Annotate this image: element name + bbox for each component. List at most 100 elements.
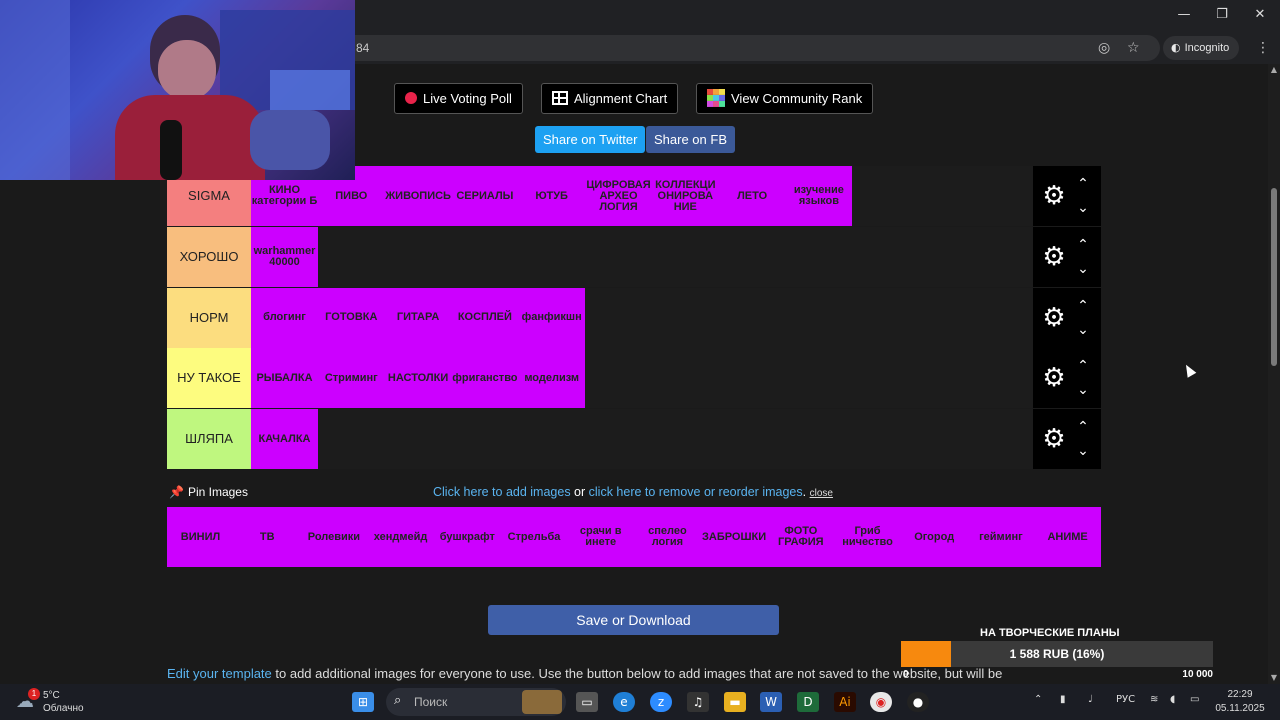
pool-item[interactable]: срачи в инете — [567, 507, 634, 567]
gear-icon[interactable]: ⚙ — [1039, 364, 1069, 394]
volume-icon[interactable]: ◖ — [1170, 694, 1175, 705]
close-window-button[interactable]: ✕ — [1240, 4, 1280, 26]
tier-item[interactable]: фанфикшн — [518, 287, 586, 348]
pool-item[interactable]: Гриб ничество — [834, 507, 901, 567]
move-down-icon[interactable]: ⌄ — [1073, 443, 1093, 459]
move-up-icon[interactable]: ⌃ — [1073, 419, 1093, 435]
move-down-icon[interactable]: ⌄ — [1073, 382, 1093, 398]
chrome-icon[interactable]: ◉ — [870, 692, 892, 712]
tier-label[interactable]: НОРМ — [167, 287, 251, 348]
word-icon[interactable]: W — [760, 692, 782, 712]
pool-item[interactable]: гейминг — [967, 507, 1034, 567]
move-up-icon[interactable]: ⌃ — [1073, 298, 1093, 314]
pool-item[interactable]: ВИНИЛ — [167, 507, 234, 567]
gear-icon[interactable]: ⚙ — [1039, 425, 1069, 455]
pool-item[interactable]: АНИМЕ — [1034, 507, 1101, 567]
folder-icon[interactable]: ▬ — [724, 692, 746, 712]
tier-item[interactable]: ЖИВОПИСЬ — [384, 166, 452, 226]
tier-item[interactable]: блогинг — [251, 287, 318, 348]
microphone-icon[interactable]: ♩ — [1088, 694, 1093, 705]
tier-item[interactable]: ЛЕТО — [718, 166, 786, 226]
edge-icon[interactable]: e — [613, 692, 635, 712]
battery-icon[interactable]: ▭ — [1190, 694, 1199, 705]
scroll-down-arrow-icon[interactable]: ▼ — [1268, 672, 1280, 684]
gear-icon[interactable]: ⚙ — [1039, 304, 1069, 334]
tier-item[interactable]: НАСТОЛКИ — [384, 348, 452, 409]
tier-item[interactable]: РЫБАЛКА — [251, 348, 318, 409]
tier-item[interactable]: ЮТУБ — [518, 166, 586, 226]
tier-items[interactable]: блогинг ГОТОВКА ГИТАРА КОСПЛЕЙ фанфикшн — [251, 287, 1033, 348]
obs-icon[interactable]: ● — [907, 692, 929, 712]
tier-item[interactable]: ЦИФРОВАЯ АРХЕО ЛОГИЯ — [585, 166, 652, 226]
minimize-button[interactable]: — — [1164, 4, 1204, 26]
tier-item[interactable]: ГОТОВКА — [317, 287, 385, 348]
move-up-icon[interactable]: ⌃ — [1073, 176, 1093, 192]
save-download-button[interactable]: Save or Download — [488, 605, 779, 635]
tier-items[interactable]: КАЧАЛКА — [251, 409, 1033, 470]
scroll-up-arrow-icon[interactable]: ▲ — [1268, 64, 1280, 76]
pool-item[interactable]: ФОТО ГРАФИЯ — [767, 507, 834, 567]
remove-reorder-link[interactable]: click here to remove or reorder images — [589, 485, 803, 499]
clock[interactable]: 22:29 05.11.2025 — [1212, 688, 1268, 716]
tier-item[interactable]: warhammer 40000 — [251, 226, 318, 287]
weather-widget[interactable]: ☁ 1 5°C Облачно — [16, 688, 106, 716]
share-fb-button[interactable]: Share on FB — [646, 126, 735, 153]
start-icon[interactable]: ⊞ — [352, 692, 374, 712]
tier-label[interactable]: НУ ТАКОЕ — [167, 348, 251, 409]
move-down-icon[interactable]: ⌄ — [1073, 322, 1093, 338]
edit-template-link[interactable]: Edit your template — [167, 666, 272, 681]
zoom-icon[interactable]: z — [650, 692, 672, 712]
tier-item[interactable]: КОЛЛЕКЦИ ОНИРОВА НИЕ — [651, 166, 719, 226]
add-images-link[interactable]: Click here to add images — [433, 485, 571, 499]
move-down-icon[interactable]: ⌄ — [1073, 261, 1093, 277]
pool-item[interactable]: хендмейд — [367, 507, 434, 567]
incognito-badge[interactable]: ◐ Incognito — [1163, 36, 1240, 60]
share-twitter-button[interactable]: Share on Twitter — [535, 126, 646, 153]
alignment-chart-button[interactable]: Alignment Chart — [541, 83, 679, 114]
scrollbar[interactable]: ▲ ▼ — [1268, 64, 1280, 684]
pool-item[interactable]: ЗАБРОШКИ — [701, 507, 768, 567]
star-icon[interactable]: ☆ — [1127, 38, 1140, 58]
pin-images-toggle[interactable]: 📌 Pin Images — [169, 485, 248, 499]
eye-off-icon[interactable]: ◎ — [1098, 38, 1110, 58]
wifi-icon[interactable]: ≋ — [1150, 694, 1158, 705]
address-bar[interactable]: 84 — [300, 35, 1160, 61]
language-indicator[interactable]: РУС — [1116, 694, 1135, 705]
tier-item[interactable]: СЕРИАЛЫ — [451, 166, 519, 226]
tier-item[interactable]: фриганство — [451, 348, 519, 409]
scroll-thumb[interactable] — [1271, 188, 1277, 366]
tier-items[interactable]: РЫБАЛКА Стриминг НАСТОЛКИ фриганство моделиз… — [251, 348, 1033, 409]
app-icon[interactable]: D — [797, 692, 819, 712]
pool-item[interactable]: Ролевики — [300, 507, 367, 567]
move-down-icon[interactable]: ⌄ — [1073, 200, 1093, 216]
menu-dots-icon[interactable]: ⋮ — [1256, 38, 1270, 58]
move-up-icon[interactable]: ⌃ — [1073, 237, 1093, 253]
pool-item[interactable]: спелео логия — [634, 507, 701, 567]
community-rank-button[interactable]: View Community Rank — [696, 83, 874, 114]
move-up-icon[interactable]: ⌃ — [1073, 358, 1093, 374]
tier-item[interactable]: Стриминг — [317, 348, 385, 409]
tier-label[interactable]: ХОРОШО — [167, 226, 251, 287]
pool-item[interactable]: бушкрафт — [434, 507, 501, 567]
tray-chevron-icon[interactable]: ⌃ — [1034, 694, 1042, 705]
illustrator-icon[interactable]: Ai — [834, 692, 856, 712]
live-voting-poll-button[interactable]: Live Voting Poll — [394, 83, 523, 114]
pool-item[interactable]: Огород — [901, 507, 968, 567]
pool-item[interactable]: Стрельба — [501, 507, 568, 567]
close-link[interactable]: close — [810, 488, 833, 499]
tier-items[interactable]: КИНО категории Б ПИВО ЖИВОПИСЬ СЕРИАЛЫ ЮТУБ Ц… — [251, 166, 1033, 226]
gear-icon[interactable]: ⚙ — [1039, 182, 1069, 212]
pool-item[interactable]: ТВ — [234, 507, 301, 567]
tier-label[interactable]: ШЛЯПА — [167, 409, 251, 470]
task-view-icon[interactable]: ▭ — [576, 692, 598, 712]
music-app-icon[interactable]: ♫ — [687, 692, 709, 712]
tier-item[interactable]: КОСПЛЕЙ — [451, 287, 519, 348]
tier-items[interactable]: warhammer 40000 — [251, 226, 1033, 287]
tier-item[interactable]: КАЧАЛКА — [251, 409, 318, 470]
gear-icon[interactable]: ⚙ — [1039, 243, 1069, 273]
tier-item[interactable]: изучение языков — [785, 166, 853, 226]
taskbar-search[interactable]: ⌕ Поиск — [386, 688, 566, 716]
restore-button[interactable]: ❐ — [1202, 4, 1242, 26]
tier-item[interactable]: моделизм — [518, 348, 586, 409]
tray-app-icon[interactable]: ▮ — [1060, 694, 1066, 705]
